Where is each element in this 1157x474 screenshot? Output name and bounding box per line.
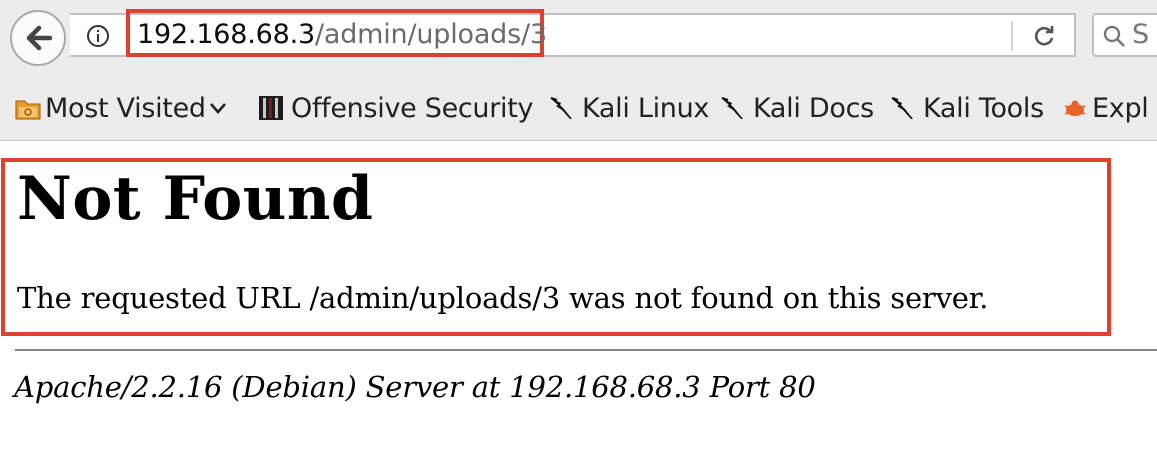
bookmark-label: Kali Docs [753, 92, 874, 124]
bookmark-label: Offensive Security [291, 92, 534, 124]
bookmark-label: Expl [1092, 92, 1149, 124]
url-separator [1011, 21, 1013, 51]
reload-icon[interactable] [1032, 24, 1056, 48]
url-path: /admin/uploads/3 [314, 19, 547, 50]
bookmark-offensive-security[interactable]: Offensive Security [255, 88, 534, 128]
bookmark-label: Kali Linux [582, 92, 710, 124]
page-title: Not Found [17, 164, 374, 234]
horizontal-rule [15, 349, 1157, 351]
info-icon[interactable] [86, 24, 110, 48]
folder-icon [15, 100, 41, 120]
url-host: 192.168.68.3 [137, 19, 315, 50]
bookmark-kali-docs[interactable]: Kali Docs [715, 88, 874, 128]
search-placeholder: S [1132, 19, 1150, 50]
bookmark-exploit-db[interactable]: Expl [1062, 88, 1149, 128]
server-signature: Apache/2.2.16 (Debian) Server at 192.168… [14, 370, 816, 404]
offsec-icon [259, 96, 283, 120]
back-button[interactable] [10, 10, 66, 66]
bookmark-kali-linux[interactable]: Kali Linux [544, 88, 709, 128]
kali-dragon-icon [550, 97, 572, 119]
bookmark-label: Kali Tools [923, 92, 1044, 124]
search-icon [1103, 25, 1125, 47]
kali-dragon-icon [891, 97, 913, 119]
kali-dragon-icon [721, 97, 743, 119]
url-text[interactable]: 192.168.68.3/admin/uploads/3 [137, 17, 547, 53]
exploit-db-icon [1064, 100, 1086, 116]
error-message: The requested URL /admin/uploads/3 was n… [17, 281, 989, 315]
bookmark-most-visited[interactable]: Most Visited [15, 88, 228, 128]
back-arrow-icon [26, 25, 53, 51]
chevron-down-icon [209, 103, 226, 114]
bookmark-label: Most Visited [45, 92, 206, 124]
bookmark-kali-tools[interactable]: Kali Tools [885, 88, 1044, 128]
